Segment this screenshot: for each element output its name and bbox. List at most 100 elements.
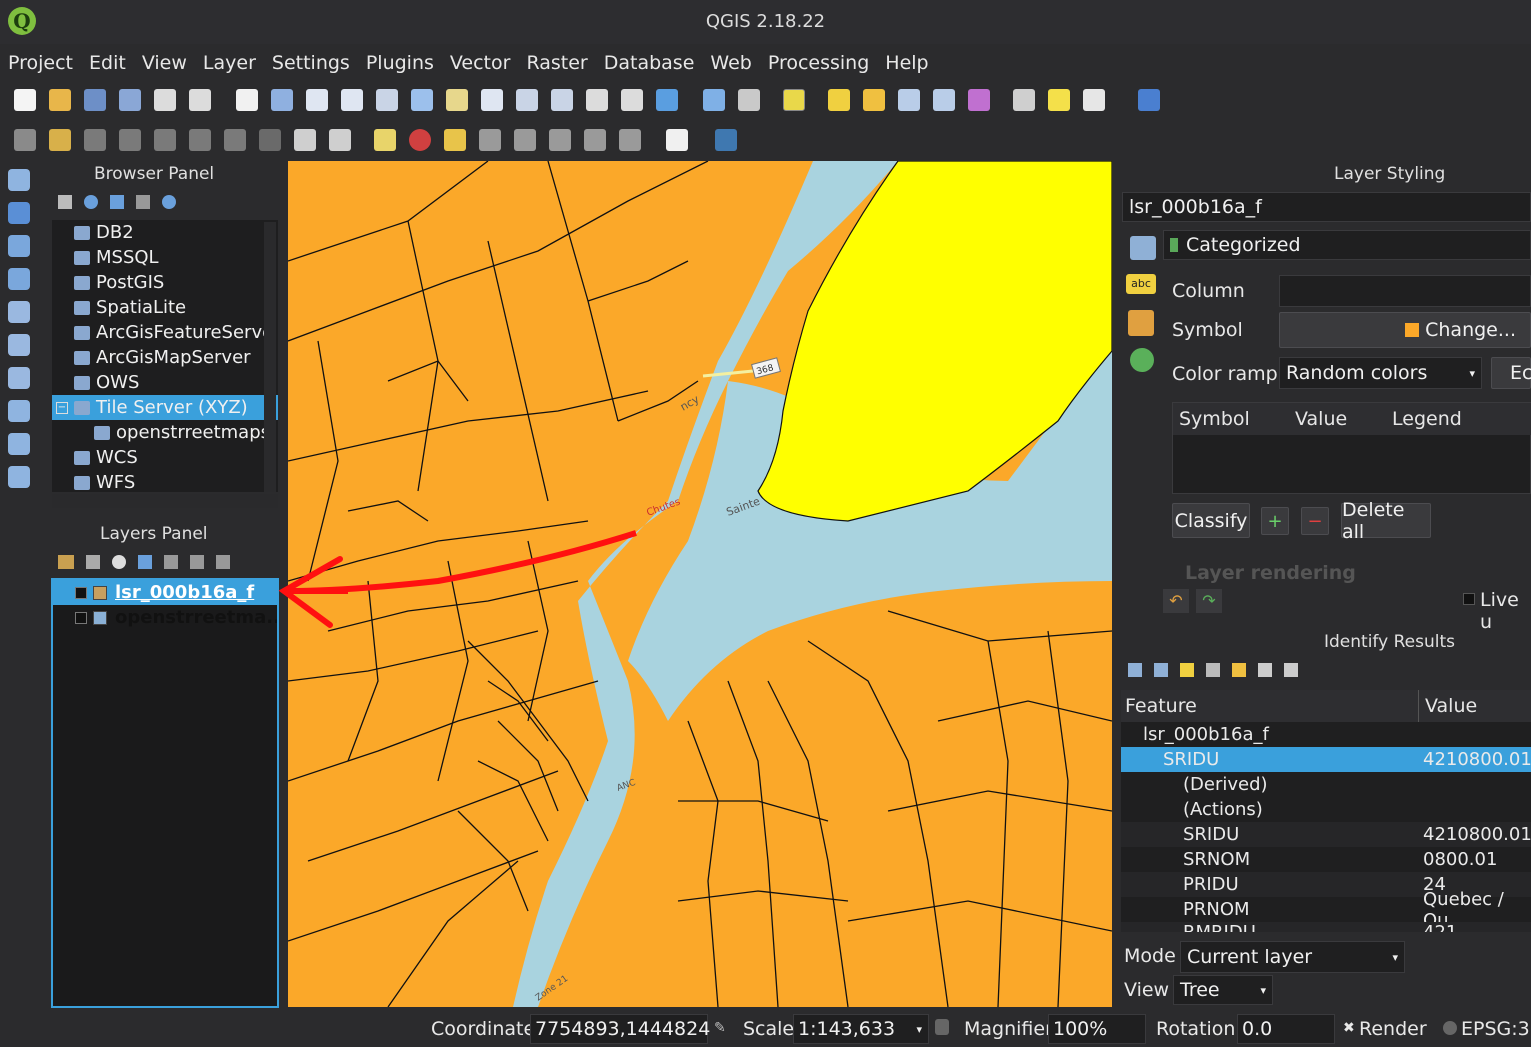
identify-row-attr[interactable]: PRNOM Quebec / Qu bbox=[1121, 889, 1531, 931]
expand-tree-icon[interactable] bbox=[1128, 663, 1142, 677]
pan-icon[interactable] bbox=[236, 89, 258, 111]
expand-all-icon[interactable] bbox=[190, 555, 204, 569]
pin-labels-icon[interactable] bbox=[444, 129, 466, 151]
pan-to-selection-icon[interactable] bbox=[271, 89, 293, 111]
filter-legend-icon[interactable] bbox=[138, 555, 152, 569]
menu-plugins[interactable]: Plugins bbox=[366, 46, 434, 80]
refresh-icon[interactable] bbox=[656, 89, 678, 111]
move-feature-icon[interactable] bbox=[189, 129, 211, 151]
header-legend[interactable]: Legend bbox=[1392, 408, 1462, 430]
add-delimited-text-icon[interactable] bbox=[8, 400, 30, 422]
identify-row-actions[interactable]: (Actions) bbox=[1121, 797, 1531, 822]
browser-item-tile-server[interactable]: − Tile Server (XYZ) bbox=[52, 395, 278, 420]
menu-web[interactable]: Web bbox=[710, 46, 751, 80]
browser-item-wfs[interactable]: WFS bbox=[52, 470, 278, 492]
identify-row-sridu-selected[interactable]: SRIDU 4210800.01 bbox=[1121, 747, 1531, 772]
menu-project[interactable]: Project bbox=[8, 46, 73, 80]
text-annotation-icon[interactable] bbox=[1083, 89, 1105, 111]
remove-class-icon[interactable]: − bbox=[1301, 507, 1329, 535]
styling-layer-select[interactable]: lsr_000b16a_f bbox=[1122, 192, 1531, 222]
menu-raster[interactable]: Raster bbox=[526, 46, 587, 80]
header-symbol[interactable]: Symbol bbox=[1179, 408, 1250, 430]
print-icon[interactable] bbox=[1284, 663, 1298, 677]
header-feature[interactable]: Feature bbox=[1125, 695, 1197, 717]
add-wcs-layer-icon[interactable] bbox=[8, 334, 30, 356]
zoom-layer-icon[interactable] bbox=[481, 89, 503, 111]
save-as-icon[interactable] bbox=[119, 89, 141, 111]
copy-features-icon[interactable] bbox=[294, 129, 316, 151]
symbology-tab-icon[interactable] bbox=[1130, 236, 1156, 260]
browser-item-db2[interactable]: DB2 bbox=[52, 220, 278, 245]
labels-tab-icon[interactable]: abc bbox=[1126, 274, 1156, 294]
browser-item-spatialite[interactable]: SpatiaLite bbox=[52, 295, 278, 320]
symbol-change-button[interactable]: Change... bbox=[1279, 312, 1531, 348]
view-select[interactable]: Tree ▾ bbox=[1173, 975, 1273, 1005]
collapse-all-icon[interactable] bbox=[136, 195, 150, 209]
measure-icon[interactable] bbox=[1013, 89, 1035, 111]
browser-vertical-scrollbar[interactable] bbox=[264, 222, 276, 492]
menu-vector[interactable]: Vector bbox=[450, 46, 511, 80]
delete-selected-icon[interactable] bbox=[224, 129, 246, 151]
filter-browser-icon[interactable] bbox=[110, 195, 124, 209]
column-select[interactable] bbox=[1279, 275, 1531, 307]
identify-row-derived[interactable]: (Derived) bbox=[1121, 772, 1531, 797]
new-shapefile-icon[interactable] bbox=[8, 466, 30, 488]
run-action-icon[interactable] bbox=[738, 89, 760, 111]
csw-icon[interactable] bbox=[666, 129, 688, 151]
menu-help[interactable]: Help bbox=[885, 46, 928, 80]
layer-item-openstreetmap[interactable]: openstrreetma... bbox=[53, 605, 277, 630]
browser-tree[interactable]: DB2 MSSQL PostGIS SpatiaLite ArcGisFeatu… bbox=[52, 220, 278, 492]
clear-results-icon[interactable] bbox=[1206, 663, 1220, 677]
zoom-last-icon[interactable] bbox=[516, 89, 538, 111]
print-composer-icon[interactable] bbox=[154, 89, 176, 111]
history-tab-icon[interactable] bbox=[1130, 348, 1154, 372]
properties-icon[interactable] bbox=[162, 195, 176, 209]
save-project-icon[interactable] bbox=[84, 89, 106, 111]
rotation-field[interactable]: 0.0 bbox=[1237, 1014, 1335, 1044]
header-id-value[interactable]: Value bbox=[1425, 695, 1477, 717]
browser-item-wcs[interactable]: WCS bbox=[52, 445, 278, 470]
browser-horizontal-scrollbar[interactable] bbox=[52, 494, 278, 508]
new-bookmark-icon[interactable] bbox=[586, 89, 608, 111]
render-checkbox-icon[interactable]: ✖ bbox=[1343, 1020, 1355, 1036]
zoom-next-icon[interactable] bbox=[551, 89, 573, 111]
coordinate-field[interactable]: 7754893,1444824 bbox=[530, 1014, 710, 1044]
field-calculator-icon[interactable] bbox=[933, 89, 955, 111]
identify-icon[interactable] bbox=[703, 89, 725, 111]
menu-database[interactable]: Database bbox=[604, 46, 695, 80]
diagram-icon[interactable] bbox=[409, 129, 431, 151]
menu-edit[interactable]: Edit bbox=[89, 46, 126, 80]
add-spatialite-layer-icon[interactable] bbox=[8, 268, 30, 290]
menu-settings[interactable]: Settings bbox=[272, 46, 350, 80]
identify-row-attr[interactable]: SRNOM 0800.01 bbox=[1121, 847, 1531, 872]
layer-visibility-checkbox[interactable] bbox=[75, 586, 87, 599]
save-edits-icon[interactable] bbox=[84, 129, 106, 151]
change-label-icon[interactable] bbox=[584, 129, 606, 151]
add-raster-layer-icon[interactable] bbox=[8, 202, 30, 224]
layer-item-lsr[interactable]: lsr_000b16a_f bbox=[53, 580, 277, 605]
toggle-editing-icon[interactable] bbox=[49, 129, 71, 151]
identify-row-attr[interactable]: SRIDU 4210800.01 bbox=[1121, 822, 1531, 847]
collapse-layers-icon[interactable] bbox=[216, 555, 230, 569]
menu-view[interactable]: View bbox=[142, 46, 187, 80]
add-class-icon[interactable]: + bbox=[1261, 507, 1289, 535]
show-hide-labels-icon[interactable] bbox=[479, 129, 501, 151]
statistics-icon[interactable] bbox=[968, 89, 990, 111]
classify-button[interactable]: Classify bbox=[1172, 503, 1250, 538]
add-vector-layer-icon[interactable] bbox=[8, 169, 30, 191]
current-edits-icon[interactable] bbox=[14, 129, 36, 151]
new-project-icon[interactable] bbox=[14, 89, 36, 111]
add-feature-icon[interactable] bbox=[119, 129, 141, 151]
layer-rendering-section[interactable]: Layer rendering bbox=[1185, 562, 1356, 584]
browser-item-postgis[interactable]: PostGIS bbox=[52, 270, 278, 295]
open-project-icon[interactable] bbox=[49, 89, 71, 111]
expand-new-icon[interactable] bbox=[1180, 663, 1194, 677]
label-tool-icon[interactable] bbox=[374, 129, 396, 151]
add-wfs-layer-icon[interactable] bbox=[8, 367, 30, 389]
zoom-out-icon[interactable] bbox=[341, 89, 363, 111]
crs-label[interactable]: EPSG:33 bbox=[1461, 1018, 1531, 1040]
collapse-tree-icon[interactable] bbox=[1154, 663, 1168, 677]
color-ramp-select[interactable]: Random colors ▾ bbox=[1279, 357, 1482, 389]
cut-features-icon[interactable] bbox=[259, 129, 281, 151]
composer-manager-icon[interactable] bbox=[189, 89, 211, 111]
